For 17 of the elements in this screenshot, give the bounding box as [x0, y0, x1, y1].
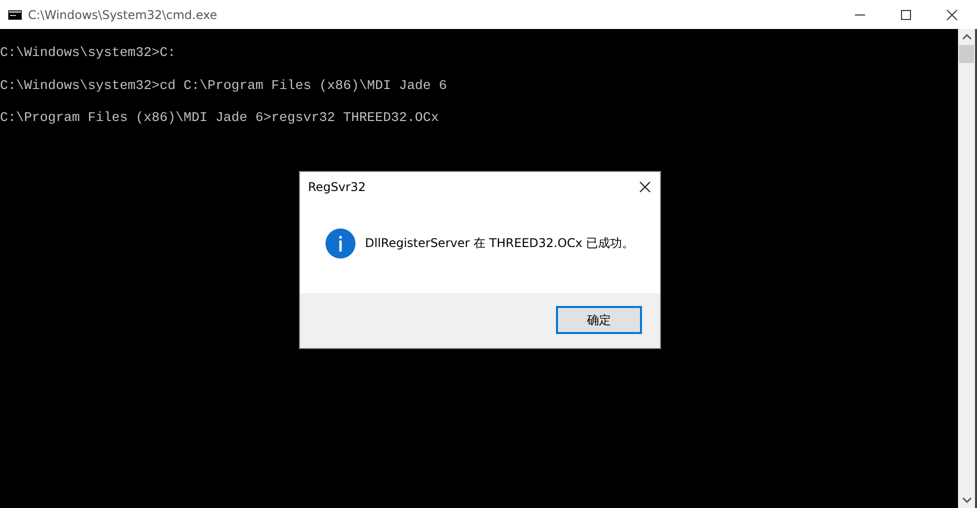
info-icon — [325, 228, 356, 258]
scroll-down-icon[interactable] — [962, 497, 972, 503]
console-app-icon — [8, 10, 22, 20]
ok-button[interactable]: 确定 — [556, 306, 642, 334]
console-line: C:\Windows\system32>C: — [0, 44, 177, 62]
maximize-icon — [900, 8, 912, 20]
window-title: C:\Windows\System32\cmd.exe — [28, 8, 218, 22]
close-icon — [946, 8, 958, 20]
scroll-up-icon[interactable] — [962, 34, 972, 40]
close-icon — [639, 180, 651, 192]
minimize-icon — [855, 14, 865, 16]
console-line: C:\Windows\system32>cd C:\Program Files (x86)\MDI Jade 6 — [0, 76, 448, 94]
console-line: C:\Program Files (x86)\MDI Jade 6>regsvr32 THREED32.OCx — [0, 109, 440, 127]
scrollbar-thumb[interactable] — [959, 45, 974, 63]
dialog-message: DllRegisterServer 在 THREED32.OCx 已成功。 — [365, 234, 634, 252]
scrollbar[interactable] — [958, 29, 977, 508]
dialog-title: RegSvr32 — [308, 180, 366, 194]
